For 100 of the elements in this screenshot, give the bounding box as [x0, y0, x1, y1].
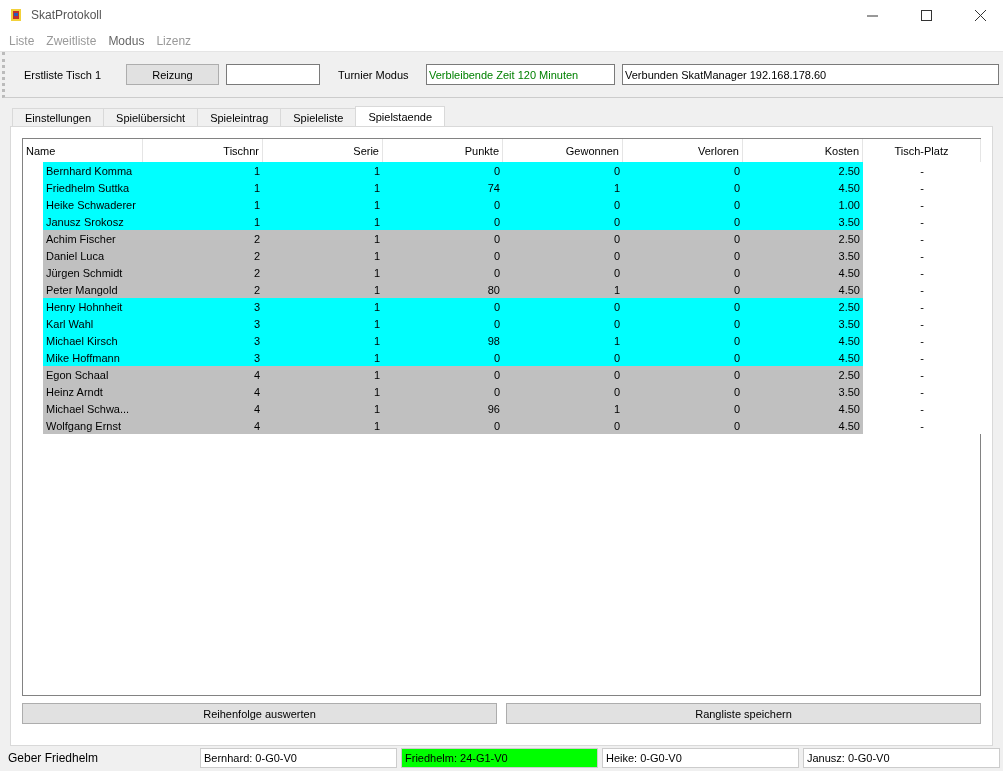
action-button[interactable]: Reihenfolge auswerten [22, 703, 497, 724]
table-cell: Henry Hohnheit [43, 298, 143, 315]
table-cell: 0 [623, 315, 743, 332]
table-cell: 4.50 [743, 349, 863, 366]
table-cell: 1 [263, 230, 383, 247]
table-cell: 1 [503, 332, 623, 349]
table-cell: 1 [263, 349, 383, 366]
connection-field: Verbunden SkatManager 192.168.178.60 [622, 64, 999, 85]
table-cell: 3 [143, 298, 263, 315]
table-cell: Heinz Arndt [43, 383, 143, 400]
table-cell: 0 [383, 366, 503, 383]
table-cell: Jürgen Schmidt [43, 264, 143, 281]
table-cell: Achim Fischer [43, 230, 143, 247]
table-cell: 0 [623, 213, 743, 230]
player-status: Heike: 0-G0-V0 [602, 748, 799, 768]
table-cell: 1 [263, 383, 383, 400]
table-cell: 2 [143, 264, 263, 281]
table-cell: Peter Mangold [43, 281, 143, 298]
table-cell: 0 [623, 179, 743, 196]
table-cell: Friedhelm Suttka [43, 179, 143, 196]
table-cell: Heike Schwaderer [43, 196, 143, 213]
table-cell: 1 [143, 196, 263, 213]
table-cell: 0 [383, 162, 503, 179]
player-status: Bernhard: 0-G0-V0 [200, 748, 397, 768]
remaining-time-field: Verbleibende Zeit 120 Minuten [426, 64, 615, 85]
table-cell: 0 [623, 230, 743, 247]
table-cell: 0 [503, 298, 623, 315]
table-cell: Janusz Srokosz [43, 213, 143, 230]
table-cell: 1 [503, 281, 623, 298]
table-cell: 1 [143, 162, 263, 179]
table-cell: 0 [623, 417, 743, 434]
action-button[interactable]: Rangliste speichern [506, 703, 981, 724]
tab[interactable]: Spieleintrag [197, 108, 282, 126]
table-cell: Michael Schwa... [43, 400, 143, 417]
table-cell: 0 [383, 349, 503, 366]
table-cell: 3 [143, 349, 263, 366]
table-cell: 1 [263, 196, 383, 213]
table-cell: 98 [383, 332, 503, 349]
table-cell: 3 [143, 315, 263, 332]
table-cell: 0 [623, 349, 743, 366]
table-cell: 4.50 [743, 179, 863, 196]
table-cell: 0 [383, 264, 503, 281]
reizung-button[interactable]: Reizung [126, 64, 219, 85]
table-cell: 1.00 [743, 196, 863, 213]
tab[interactable]: Spieleliste [280, 108, 357, 126]
table-cell: 1 [263, 213, 383, 230]
table-cell: 0 [623, 247, 743, 264]
table-cell: 1 [263, 179, 383, 196]
table-cell: 4 [143, 383, 263, 400]
table-cell: 0 [623, 400, 743, 417]
table-cell: 74 [383, 179, 503, 196]
table-cell: 2.50 [743, 230, 863, 247]
player-status: Friedhelm: 24-G1-V0 [401, 748, 598, 768]
table-cell: 1 [263, 400, 383, 417]
table-cell: 4 [143, 417, 263, 434]
tab[interactable]: Einstellungen [12, 108, 105, 126]
table-cell: 1 [503, 400, 623, 417]
table-cell: 0 [623, 366, 743, 383]
table-cell: 1 [263, 264, 383, 281]
table-cell: 2 [143, 230, 263, 247]
table-cell: 4.50 [743, 281, 863, 298]
table-cell: Egon Schaal [43, 366, 143, 383]
table-cell: 0 [503, 315, 623, 332]
table-cell: 0 [383, 247, 503, 264]
table-cell: 0 [623, 281, 743, 298]
table-cell: 0 [383, 298, 503, 315]
table-cell: 1 [143, 213, 263, 230]
table-cell: 1 [263, 281, 383, 298]
input-field[interactable] [226, 64, 320, 85]
menu-item[interactable]: Modus [102, 33, 151, 48]
table-cell: 3 [143, 332, 263, 349]
table-cell: Bernhard Komma [43, 162, 143, 179]
table-cell: 2.50 [743, 366, 863, 383]
table-cell: 1 [143, 179, 263, 196]
table-cell: 0 [383, 196, 503, 213]
tab[interactable]: Spielübersicht [103, 108, 199, 126]
table-cell: 2.50 [743, 162, 863, 179]
table-cell: Karl Wahl [43, 315, 143, 332]
table-cell: 80 [383, 281, 503, 298]
table-cell: 0 [383, 417, 503, 434]
table-cell: 4.50 [743, 417, 863, 434]
table-cell: 0 [503, 196, 623, 213]
player-status: Janusz: 0-G0-V0 [803, 748, 1000, 768]
tab[interactable]: Spielstaende [355, 106, 445, 126]
table-cell: 3.50 [743, 315, 863, 332]
table-cell: 1 [263, 332, 383, 349]
table-cell: 1 [263, 247, 383, 264]
table-cell: 0 [623, 332, 743, 349]
maximize-icon [920, 9, 932, 21]
table-cell: 0 [503, 213, 623, 230]
mode-label: Turnier Modus [338, 68, 410, 81]
table-cell: 0 [503, 366, 623, 383]
table-cell: 2 [143, 281, 263, 298]
table-cell: 0 [503, 417, 623, 434]
table-cell: Mike Hoffmann [43, 349, 143, 366]
table-cell: 4 [143, 366, 263, 383]
table-cell: 1 [503, 179, 623, 196]
table-cell: 1 [263, 366, 383, 383]
table-cell: Wolfgang Ernst [43, 417, 143, 434]
table-cell: 2 [143, 247, 263, 264]
